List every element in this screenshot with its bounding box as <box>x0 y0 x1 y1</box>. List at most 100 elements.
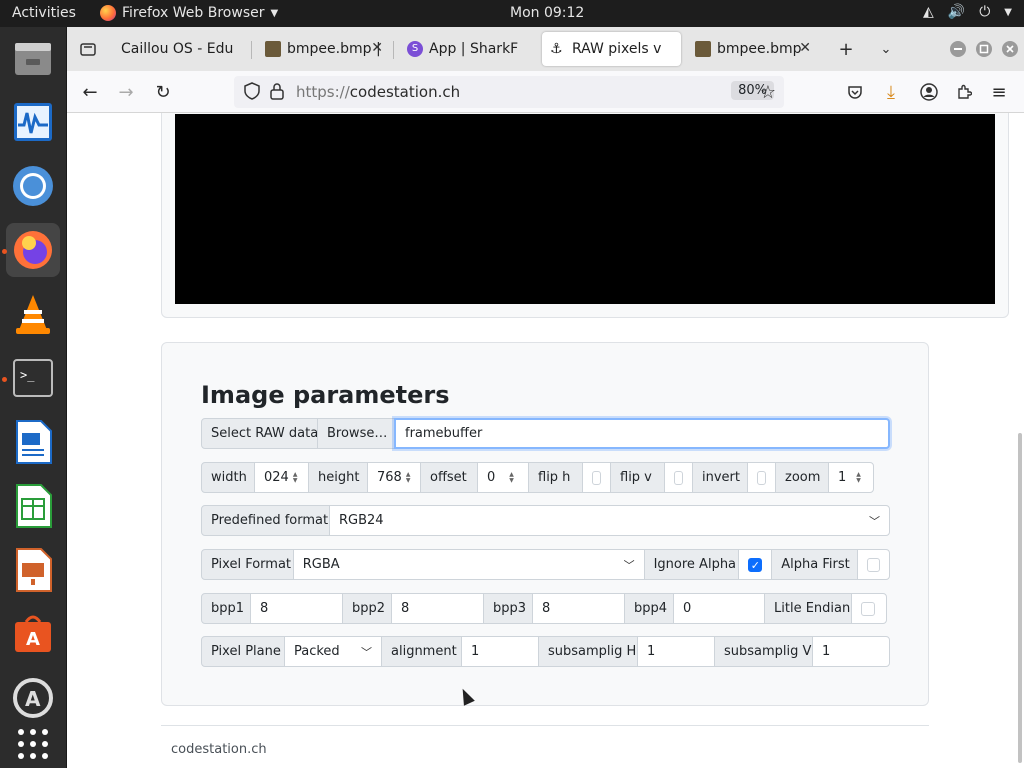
extensions-puzzle-icon[interactable] <box>953 81 975 103</box>
app-menu[interactable]: Firefox Web Browser ▼ <box>100 5 278 21</box>
bpp2-input[interactable]: 8 <box>391 593 484 624</box>
tab-overview-icon[interactable] <box>77 38 99 60</box>
tab-label: bmpee.bmp <box>717 41 802 57</box>
url-text[interactable]: https://codestation.ch <box>296 83 460 101</box>
system-monitor-icon[interactable] <box>6 95 60 149</box>
maximize-icon[interactable] <box>973 38 995 60</box>
chevron-down-icon: ﹀ <box>623 558 635 572</box>
width-value: 024 <box>264 470 289 485</box>
invert-checkbox[interactable] <box>757 470 766 485</box>
file-name-field[interactable]: framebuffer <box>394 418 890 449</box>
spinner-icon[interactable]: ▲ ▼ <box>856 471 861 484</box>
clock[interactable]: Mon 09:12 <box>510 5 584 21</box>
ignore-alpha-label: Ignore Alpha <box>643 549 740 580</box>
new-tab-plus-icon[interactable]: + <box>835 38 857 60</box>
little-endian-label: Litle Endian <box>764 593 852 624</box>
bookmark-star-icon[interactable]: ☆ <box>757 81 779 103</box>
page-scrollbar[interactable] <box>1018 433 1022 763</box>
bpp1-input[interactable]: 8 <box>250 593 343 624</box>
minimize-icon[interactable] <box>947 38 969 60</box>
tab-sharkf[interactable]: S App | SharkF <box>399 32 527 66</box>
image-file-icon <box>695 41 711 57</box>
list-tabs-chevron-icon[interactable]: ⌄ <box>875 38 897 60</box>
file-manager-icon[interactable] <box>6 31 60 85</box>
lock-icon[interactable] <box>270 83 284 104</box>
software-center-icon[interactable]: A <box>6 607 60 661</box>
section-title: Image parameters <box>201 381 450 409</box>
tab-bmpee-2[interactable]: bmpee.bmp ✕ <box>687 32 817 66</box>
bpp4-input[interactable]: 0 <box>673 593 765 624</box>
height-input[interactable]: 768 ▲ ▼ <box>367 462 421 493</box>
bpp-row: bpp1 8 bpp2 8 bpp3 8 bpp4 0 Litle Endian <box>201 593 890 624</box>
system-tray[interactable]: ◭ 🔊 ⏻ ▼ <box>923 4 1012 20</box>
running-indicator <box>2 377 7 382</box>
flip-h-checkbox[interactable] <box>592 470 601 485</box>
predefined-format-select[interactable]: RGB24 ﹀ <box>329 505 890 536</box>
width-input[interactable]: 024 ▲ ▼ <box>254 462 309 493</box>
spinner-icon[interactable]: ▲ ▼ <box>406 471 411 484</box>
browse-button[interactable]: Browse… <box>317 418 395 449</box>
apps-grid-icon[interactable] <box>6 717 60 768</box>
pixel-plane-select[interactable]: Packed ﹀ <box>284 636 382 667</box>
impress-icon[interactable] <box>6 543 60 597</box>
pixel-format-select[interactable]: RGBA ﹀ <box>292 549 645 580</box>
close-window-icon[interactable] <box>999 38 1021 60</box>
pixel-format-label: Pixel Format <box>201 549 294 580</box>
little-endian-checkbox[interactable] <box>861 601 875 616</box>
spinner-icon[interactable]: ▲ ▼ <box>293 471 298 484</box>
chromium-icon[interactable] <box>6 159 60 213</box>
svg-text:A: A <box>25 687 41 711</box>
shield-icon[interactable] <box>244 82 260 104</box>
raw-image-canvas[interactable] <box>175 114 995 304</box>
bpp4-label: bpp4 <box>624 593 674 624</box>
running-indicator <box>2 249 7 254</box>
forward-arrow-icon[interactable]: → <box>115 81 137 103</box>
terminal-icon[interactable]: >_ <box>6 351 60 405</box>
close-icon[interactable]: ✕ <box>371 40 383 56</box>
subsampling-h-input[interactable]: 1 <box>637 636 715 667</box>
width-label: width <box>201 462 255 493</box>
bpp3-input[interactable]: 8 <box>532 593 625 624</box>
flip-v-checkbox[interactable] <box>674 470 683 485</box>
ignore-alpha-checkbox[interactable]: ✓ <box>748 557 763 572</box>
back-arrow-icon[interactable]: ← <box>79 81 101 103</box>
svg-text:>_: >_ <box>20 368 35 382</box>
tab-raw-pixels[interactable]: ⚓ RAW pixels v <box>542 32 681 66</box>
hamburger-menu-icon[interactable]: ≡ <box>988 81 1010 103</box>
subsampling-v-label: subsamplig V <box>714 636 813 667</box>
pixel-plane-label: Pixel Plane <box>201 636 285 667</box>
firefox-icon[interactable] <box>6 223 60 277</box>
predefined-format-row: Predefined format RGB24 ﹀ <box>201 505 890 536</box>
reload-icon[interactable]: ↻ <box>152 81 174 103</box>
alignment-input[interactable]: 1 <box>461 636 539 667</box>
vlc-icon[interactable] <box>6 287 60 341</box>
tab-label: Caillou OS - Edu <box>121 41 234 57</box>
downloads-icon[interactable]: ⤓ <box>880 81 902 103</box>
navigation-toolbar: ← → ↻ https://codestation.ch 80% ☆ ⤓ ≡ <box>67 71 1024 113</box>
subsampling-v-input[interactable]: 1 <box>812 636 890 667</box>
tab-bmpee-1[interactable]: bmpee.bmp | ✕ <box>257 32 389 66</box>
account-icon[interactable] <box>918 81 940 103</box>
zoom-input[interactable]: 1 ▲ ▼ <box>828 462 874 493</box>
tab-caillou[interactable]: Caillou OS - Edu <box>113 32 249 66</box>
offset-input[interactable]: 0 ▲ ▼ <box>477 462 529 493</box>
chevron-down-icon: ﹀ <box>361 645 372 659</box>
writer-icon[interactable] <box>6 415 60 469</box>
dimensions-row: width 024 ▲ ▼ height 768 ▲ ▼ offset 0 ▲ ▼ flip… <box>201 462 890 493</box>
url-bar[interactable]: https://codestation.ch 80% <box>234 76 784 108</box>
anchor-icon: ⚓ <box>550 41 563 57</box>
pixel-plane-value: Packed <box>294 644 340 659</box>
close-icon[interactable]: ✕ <box>799 40 811 56</box>
chevron-down-icon: ▼ <box>1004 6 1012 18</box>
invert-label: invert <box>692 462 748 493</box>
select-raw-label: Select RAW data <box>201 418 318 449</box>
tab-label: RAW pixels v <box>572 41 662 57</box>
calc-icon[interactable] <box>6 479 60 533</box>
pocket-icon[interactable] <box>844 81 866 103</box>
bpp2-label: bpp2 <box>342 593 392 624</box>
alpha-first-checkbox[interactable] <box>867 557 880 572</box>
spinner-icon[interactable]: ▲ ▼ <box>509 471 514 484</box>
url-host: codestation.ch <box>349 83 461 101</box>
activities-button[interactable]: Activities <box>12 5 76 21</box>
predefined-format-label: Predefined format <box>201 505 330 536</box>
